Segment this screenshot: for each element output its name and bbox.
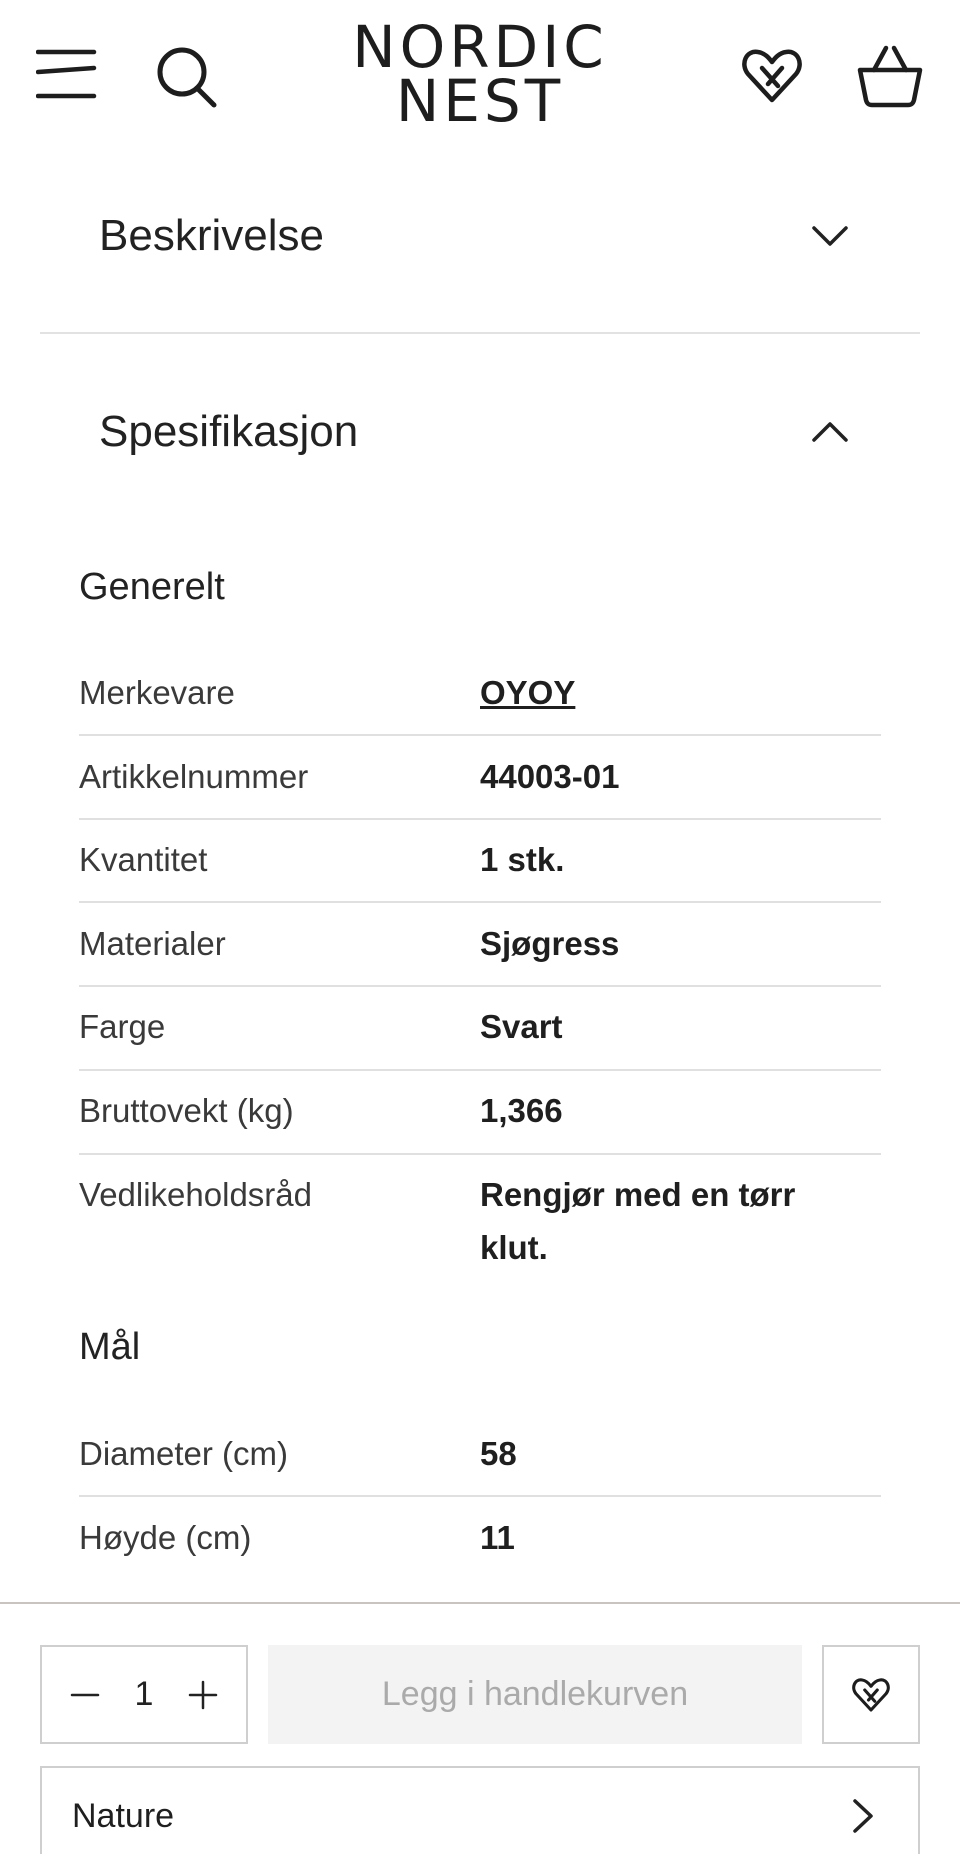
spec-label: Kvantitet	[79, 841, 208, 878]
decrease-button[interactable]	[68, 1678, 102, 1712]
menu-icon[interactable]	[36, 44, 98, 106]
logo-line-1: NORDIC	[352, 13, 608, 81]
spec-row-height: Høyde (cm) 11	[79, 1511, 881, 1564]
spec-value: 44003-01	[480, 758, 620, 795]
spec-label: Vedlikeholdsråd	[79, 1176, 312, 1213]
search-icon[interactable]	[152, 42, 222, 112]
quantity-value[interactable]: 1	[135, 1675, 154, 1714]
spec-value: Svart	[480, 1008, 563, 1045]
accordion-description-title: Beskrivelse	[99, 211, 324, 260]
row-divider	[79, 1495, 881, 1497]
bottom-bar-divider	[0, 1602, 960, 1604]
minus-icon	[70, 1693, 100, 1696]
spec-value: Sjøgress	[480, 925, 620, 962]
heart-icon	[852, 1677, 890, 1712]
spec-row-quantity: Kvantitet 1 stk.	[79, 833, 881, 886]
spec-group-general-title: Generelt	[79, 566, 225, 608]
spec-label: Høyde (cm)	[79, 1519, 252, 1556]
increase-button[interactable]	[186, 1678, 220, 1712]
row-divider	[79, 1153, 881, 1155]
heart-icon[interactable]	[740, 44, 804, 108]
divider	[40, 332, 920, 334]
spec-label: Artikkelnummer	[79, 758, 309, 795]
spec-row-brand: Merkevare OYOY	[79, 666, 881, 719]
row-divider	[79, 1069, 881, 1071]
nordic-nest-logo[interactable]: NORDIC NEST	[340, 13, 620, 135]
brand-link[interactable]: OYOY	[480, 666, 881, 719]
nature-link-button[interactable]: Nature	[40, 1766, 920, 1854]
logo-line-2: NEST	[395, 67, 565, 135]
spec-value: Rengjør med en tørr klut.	[480, 1176, 796, 1266]
accordion-description[interactable]: Beskrivelse	[40, 196, 920, 276]
spec-label: Diameter (cm)	[79, 1435, 289, 1472]
spec-row-gross-weight: Bruttovekt (kg) 1,366	[79, 1084, 881, 1137]
nature-label: Nature	[72, 1796, 175, 1835]
row-divider	[79, 818, 881, 820]
spec-value: 11	[480, 1519, 515, 1556]
row-divider	[79, 901, 881, 903]
row-divider	[79, 734, 881, 736]
spec-label: Materialer	[79, 925, 226, 962]
accordion-specification-title: Spesifikasjon	[99, 407, 359, 456]
spec-value: 58	[480, 1435, 517, 1472]
spec-row-materials: Materialer Sjøgress	[79, 917, 881, 970]
spec-label: Merkevare	[79, 674, 235, 711]
chevron-up-icon	[812, 422, 848, 442]
chevron-down-icon	[812, 226, 848, 246]
add-to-cart-button[interactable]: Legg i handlekurven	[268, 1645, 802, 1744]
wishlist-button[interactable]	[822, 1645, 920, 1744]
spec-row-care-advice: Vedlikeholdsråd Rengjør med en tørr klut…	[79, 1168, 881, 1274]
spec-group-dimensions-title: Mål	[79, 1326, 141, 1368]
spec-row-color: Farge Svart	[79, 1000, 881, 1053]
spec-label: Bruttovekt (kg)	[79, 1092, 294, 1129]
basket-icon[interactable]	[856, 42, 924, 110]
row-divider	[79, 985, 881, 987]
spec-value: 1,366	[480, 1092, 563, 1129]
spec-row-article-number: Artikkelnummer 44003-01	[79, 750, 881, 803]
site-header: NORDIC NEST	[0, 0, 960, 160]
spec-row-diameter: Diameter (cm) 58	[79, 1427, 881, 1480]
spec-label: Farge	[79, 1008, 166, 1045]
spec-value: 1 stk.	[480, 841, 565, 878]
plus-icon	[188, 1680, 218, 1709]
accordion-specification[interactable]: Spesifikasjon	[40, 392, 920, 472]
quantity-stepper: 1	[40, 1645, 248, 1744]
chevron-right-icon	[853, 1799, 873, 1833]
